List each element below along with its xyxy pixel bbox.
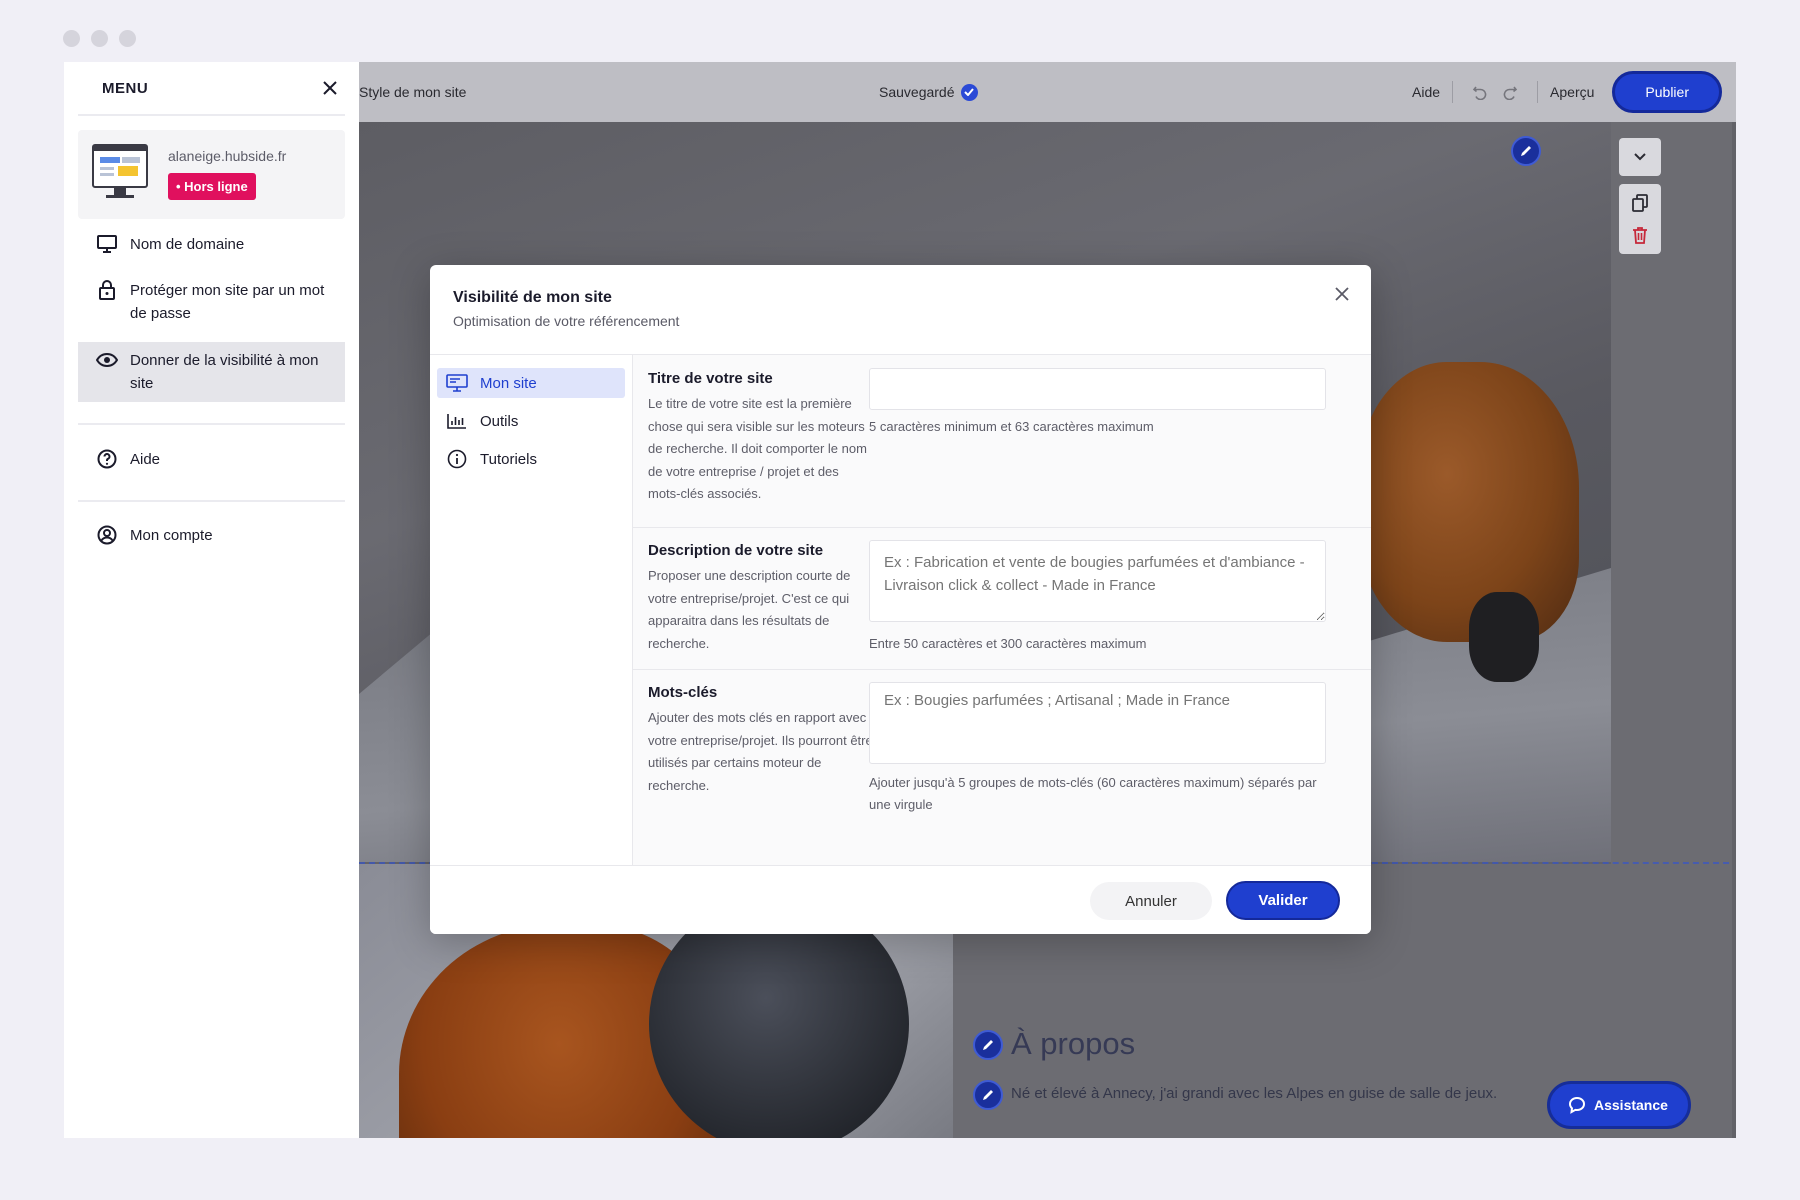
chevron-down-icon: [1634, 153, 1646, 161]
menu-item-label: Donner de la visibilité à mon site: [130, 352, 319, 392]
field-label: Description de votre site: [648, 542, 824, 559]
menu-item-domain[interactable]: Nom de domaine: [78, 233, 345, 256]
field-hint: 5 caractères minimum et 63 caractères ma…: [869, 419, 1154, 434]
website-thumbnail-icon: [92, 144, 148, 198]
eye-icon: [96, 349, 118, 371]
site-style-link[interactable]: Style de mon site: [359, 84, 466, 100]
site-description-textarea[interactable]: [869, 540, 1326, 622]
menu-header: MENU: [78, 62, 345, 116]
section-collapse-button[interactable]: [1619, 138, 1661, 176]
window-dot[interactable]: [63, 30, 80, 47]
nav-item-tools[interactable]: Outils: [437, 406, 625, 436]
about-title: À propos: [1011, 1026, 1136, 1061]
menu-item-label: Nom de domaine: [130, 236, 245, 253]
save-status: Sauvegardé: [879, 83, 978, 101]
nav-item-label: Outils: [480, 412, 519, 430]
offline-status-badge: • Hors ligne: [168, 173, 256, 200]
help-link[interactable]: Aide: [1412, 84, 1440, 100]
editor-toolbar: Style de mon site Sauvegardé Aide Aperçu…: [359, 62, 1736, 122]
modal-title: Visibilité de mon site: [453, 289, 612, 306]
toolbar-divider: [1537, 81, 1539, 103]
assistance-button[interactable]: Assistance: [1547, 1081, 1691, 1129]
monitor-icon: [446, 374, 468, 392]
field-label: Titre de votre site: [648, 370, 773, 387]
nav-item-tutorials[interactable]: Tutoriels: [437, 444, 625, 474]
field-description: Ajouter des mots clés en rapport avec vo…: [648, 710, 873, 793]
monitor-icon: [96, 233, 118, 255]
assistance-label: Assistance: [1594, 1097, 1668, 1113]
lock-icon: [96, 279, 118, 301]
save-status-label: Sauvegardé: [879, 84, 955, 100]
account-icon: [96, 524, 118, 546]
modal-footer: Annuler Valider: [430, 865, 1371, 934]
window-dot[interactable]: [91, 30, 108, 47]
site-card[interactable]: alaneige.hubside.fr • Hors ligne: [78, 130, 345, 219]
menu-item-account[interactable]: Mon compte: [78, 524, 345, 547]
field-description: Proposer une description courte de votre…: [648, 568, 851, 651]
field-row-title: Titre de votre site Le titre de votre si…: [633, 355, 1371, 528]
modal-body: Titre de votre site Le titre de votre si…: [633, 355, 1371, 865]
nav-item-label: Tutoriels: [480, 450, 537, 468]
confirm-button[interactable]: Valider: [1226, 881, 1340, 920]
edit-pencil-icon[interactable]: [1511, 136, 1541, 166]
help-icon: [96, 448, 118, 470]
toolbar-divider: [1452, 81, 1454, 103]
nav-item-label: Mon site: [480, 374, 537, 392]
keywords-input[interactable]: [869, 682, 1326, 764]
modal-header: Visibilité de mon site Optimisation de v…: [430, 265, 1371, 355]
field-hint: Ajouter jusqu'à 5 groupes de mots-clés (…: [869, 775, 1317, 812]
site-title-input[interactable]: [869, 368, 1326, 410]
side-menu: MENU alaneige.hubside.fr • Hors ligne No…: [64, 62, 359, 1138]
field-row-keywords: Mots-clés Ajouter des mots clés en rappo…: [633, 670, 1371, 865]
menu-item-label: Mon compte: [130, 527, 213, 544]
undo-icon[interactable]: [1465, 77, 1495, 107]
redo-icon[interactable]: [1495, 77, 1525, 107]
section-actions: [1619, 184, 1661, 254]
copy-icon[interactable]: [1632, 194, 1648, 212]
visibility-modal: Visibilité de mon site Optimisation de v…: [430, 265, 1371, 934]
check-icon: [960, 83, 978, 101]
about-text: Né et élevé à Annecy, j'ai grandi avec l…: [1011, 1085, 1498, 1102]
info-icon: [446, 449, 468, 469]
trash-icon[interactable]: [1632, 226, 1648, 244]
site-domain: alaneige.hubside.fr: [168, 148, 287, 164]
menu-item-visibility[interactable]: Donner de la visibilité à mon site: [78, 342, 345, 402]
menu-item-password[interactable]: Protéger mon site par un mot de passe: [78, 279, 345, 325]
publish-button[interactable]: Publier: [1612, 71, 1722, 113]
cancel-button[interactable]: Annuler: [1090, 882, 1212, 920]
close-icon[interactable]: [1327, 279, 1357, 309]
menu-item-label: Protéger mon site par un mot de passe: [130, 282, 325, 322]
field-label: Mots-clés: [648, 684, 718, 701]
bar-chart-icon: [446, 413, 468, 429]
menu-item-help[interactable]: Aide: [78, 448, 345, 471]
field-description: Le titre de votre site est la première c…: [648, 396, 867, 501]
field-hint: Entre 50 caractères et 300 caractères ma…: [869, 636, 1147, 651]
menu-divider: [78, 500, 345, 502]
preview-link[interactable]: Aperçu: [1550, 84, 1594, 100]
nav-item-my-site[interactable]: Mon site: [437, 368, 625, 398]
modal-subtitle: Optimisation de votre référencement: [453, 313, 680, 329]
hero-glove-image: [1469, 592, 1539, 682]
hero-climber-image: [1359, 362, 1579, 642]
chat-bubble-icon: [1568, 1096, 1586, 1114]
edit-pencil-icon[interactable]: [973, 1080, 1003, 1110]
toolbar-actions: Aide Aperçu Publier: [1412, 71, 1722, 113]
window-dot[interactable]: [119, 30, 136, 47]
menu-divider: [78, 423, 345, 425]
window-controls: [63, 30, 136, 47]
edit-pencil-icon[interactable]: [973, 1030, 1003, 1060]
modal-nav: Mon site Outils Tutoriels: [430, 355, 633, 865]
menu-item-label: Aide: [130, 451, 161, 468]
close-menu-icon[interactable]: [315, 73, 345, 103]
menu-title: MENU: [102, 79, 149, 97]
field-row-description: Description de votre site Proposer une d…: [633, 528, 1371, 670]
